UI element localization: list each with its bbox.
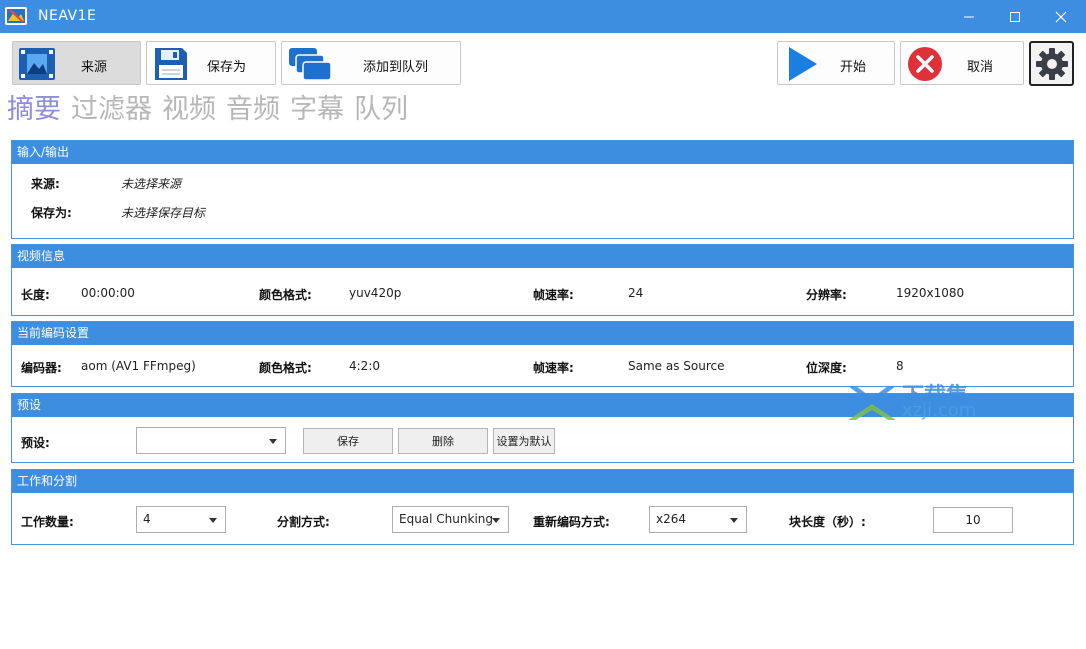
reencode-select[interactable]: x264 xyxy=(649,506,747,533)
cancel-x-icon xyxy=(908,47,942,81)
preset-save-button[interactable]: 保存 xyxy=(303,428,393,454)
encoder-label: 编码器: xyxy=(21,361,62,375)
watermark-en-text: xzji.com xyxy=(902,400,977,421)
tab-subtitles[interactable]: 字幕 xyxy=(290,92,344,128)
watermark: 下载集 xzji.com xyxy=(840,378,990,424)
start-button-label: 开始 xyxy=(840,60,867,75)
workers-select-value: 4 xyxy=(143,512,151,526)
app-logo-icon xyxy=(5,7,27,25)
watermark-logo-icon xyxy=(848,386,896,420)
save-as-button[interactable]: 保存为 xyxy=(146,41,276,85)
add-to-queue-button-label: 添加到队列 xyxy=(363,60,429,75)
window-title: NEAV1E xyxy=(38,8,97,24)
maximize-button[interactable] xyxy=(992,0,1038,33)
chevron-down-icon xyxy=(730,518,738,523)
enc-fps-label: 帧速率: xyxy=(533,361,574,375)
work-split-panel: 工作和分割 工作数量: 4 分割方式: Equal Chunking 重新编码方… xyxy=(11,469,1074,545)
minimize-button[interactable] xyxy=(946,0,992,33)
resolution-value: 1920x1080 xyxy=(896,286,965,300)
maximize-icon xyxy=(1010,11,1020,22)
preset-set-default-button[interactable]: 设置为默认 xyxy=(493,428,555,454)
work-split-title: 工作和分割 xyxy=(12,470,1073,493)
color-format-label: 颜色格式: xyxy=(259,288,312,302)
preset-delete-button[interactable]: 删除 xyxy=(398,428,488,454)
enc-color-value: 4:2:0 xyxy=(349,359,380,373)
io-saveas-label: 保存为: xyxy=(31,206,72,220)
start-button[interactable]: 开始 xyxy=(777,41,895,85)
cancel-button-label: 取消 xyxy=(967,60,994,75)
settings-button[interactable] xyxy=(1029,41,1074,86)
bit-depth-label: 位深度: xyxy=(806,361,847,375)
chevron-down-icon xyxy=(492,518,500,523)
video-info-panel: 视频信息 长度: 00:00:00 颜色格式: yuv420p 帧速率: 24 … xyxy=(11,244,1074,316)
source-button[interactable]: 来源 xyxy=(12,41,141,85)
save-as-button-label: 保存为 xyxy=(207,60,247,75)
split-method-select[interactable]: Equal Chunking xyxy=(392,506,509,533)
floppy-disk-icon xyxy=(155,48,187,80)
encoder-value: aom (AV1 FFmpeg) xyxy=(81,359,196,373)
enc-fps-value: Same as Source xyxy=(628,359,725,373)
io-panel-title: 输入/输出 xyxy=(12,141,1073,164)
enc-color-label: 颜色格式: xyxy=(259,361,312,375)
chevron-down-icon xyxy=(269,439,277,444)
play-icon xyxy=(789,47,817,81)
workers-select[interactable]: 4 xyxy=(136,506,226,533)
chunk-length-input[interactable]: 10 xyxy=(933,507,1013,533)
film-icon xyxy=(19,48,55,80)
close-icon xyxy=(1055,11,1067,22)
io-saveas-value: 未选择保存目标 xyxy=(121,206,206,220)
io-source-label: 来源: xyxy=(31,177,60,191)
tab-queue[interactable]: 队列 xyxy=(354,92,408,128)
reencode-value: x264 xyxy=(656,512,687,526)
io-source-value: 未选择来源 xyxy=(121,177,182,191)
close-button[interactable] xyxy=(1038,0,1084,33)
preset-select[interactable] xyxy=(136,427,286,454)
split-method-value: Equal Chunking xyxy=(399,512,494,526)
video-info-title: 视频信息 xyxy=(12,245,1073,268)
minimize-icon xyxy=(964,16,974,17)
chunk-length-label: 块长度（秒）: xyxy=(789,515,866,529)
color-format-value: yuv420p xyxy=(349,286,402,300)
tab-video[interactable]: 视频 xyxy=(162,92,216,128)
resolution-label: 分辨率: xyxy=(806,288,847,302)
tab-summary[interactable]: 摘要 xyxy=(7,92,61,128)
title-bar: NEAV1E xyxy=(0,0,1086,33)
main-tabs: 摘要 过滤器 视频 音频 字幕 队列 xyxy=(7,92,408,128)
fps-value: 24 xyxy=(628,286,644,300)
fps-label: 帧速率: xyxy=(533,288,574,302)
split-method-label: 分割方式: xyxy=(277,515,330,529)
source-button-label: 来源 xyxy=(81,60,108,75)
workers-label: 工作数量: xyxy=(21,515,74,529)
cancel-button[interactable]: 取消 xyxy=(900,41,1024,85)
io-panel: 输入/输出 来源: 未选择来源 保存为: 未选择保存目标 xyxy=(11,140,1074,239)
reencode-label: 重新编码方式: xyxy=(533,515,610,529)
length-value: 00:00:00 xyxy=(81,286,135,300)
add-to-queue-button[interactable]: 添加到队列 xyxy=(281,41,461,85)
preset-label: 预设: xyxy=(21,436,50,450)
gear-icon xyxy=(1035,47,1068,80)
bit-depth-value: 8 xyxy=(896,359,904,373)
tab-audio[interactable]: 音频 xyxy=(226,92,280,128)
chevron-down-icon xyxy=(209,518,217,523)
length-label: 长度: xyxy=(21,288,50,302)
tab-filters[interactable]: 过滤器 xyxy=(71,92,152,128)
queue-stack-icon xyxy=(289,48,332,81)
encoder-settings-title: 当前编码设置 xyxy=(12,322,1073,345)
